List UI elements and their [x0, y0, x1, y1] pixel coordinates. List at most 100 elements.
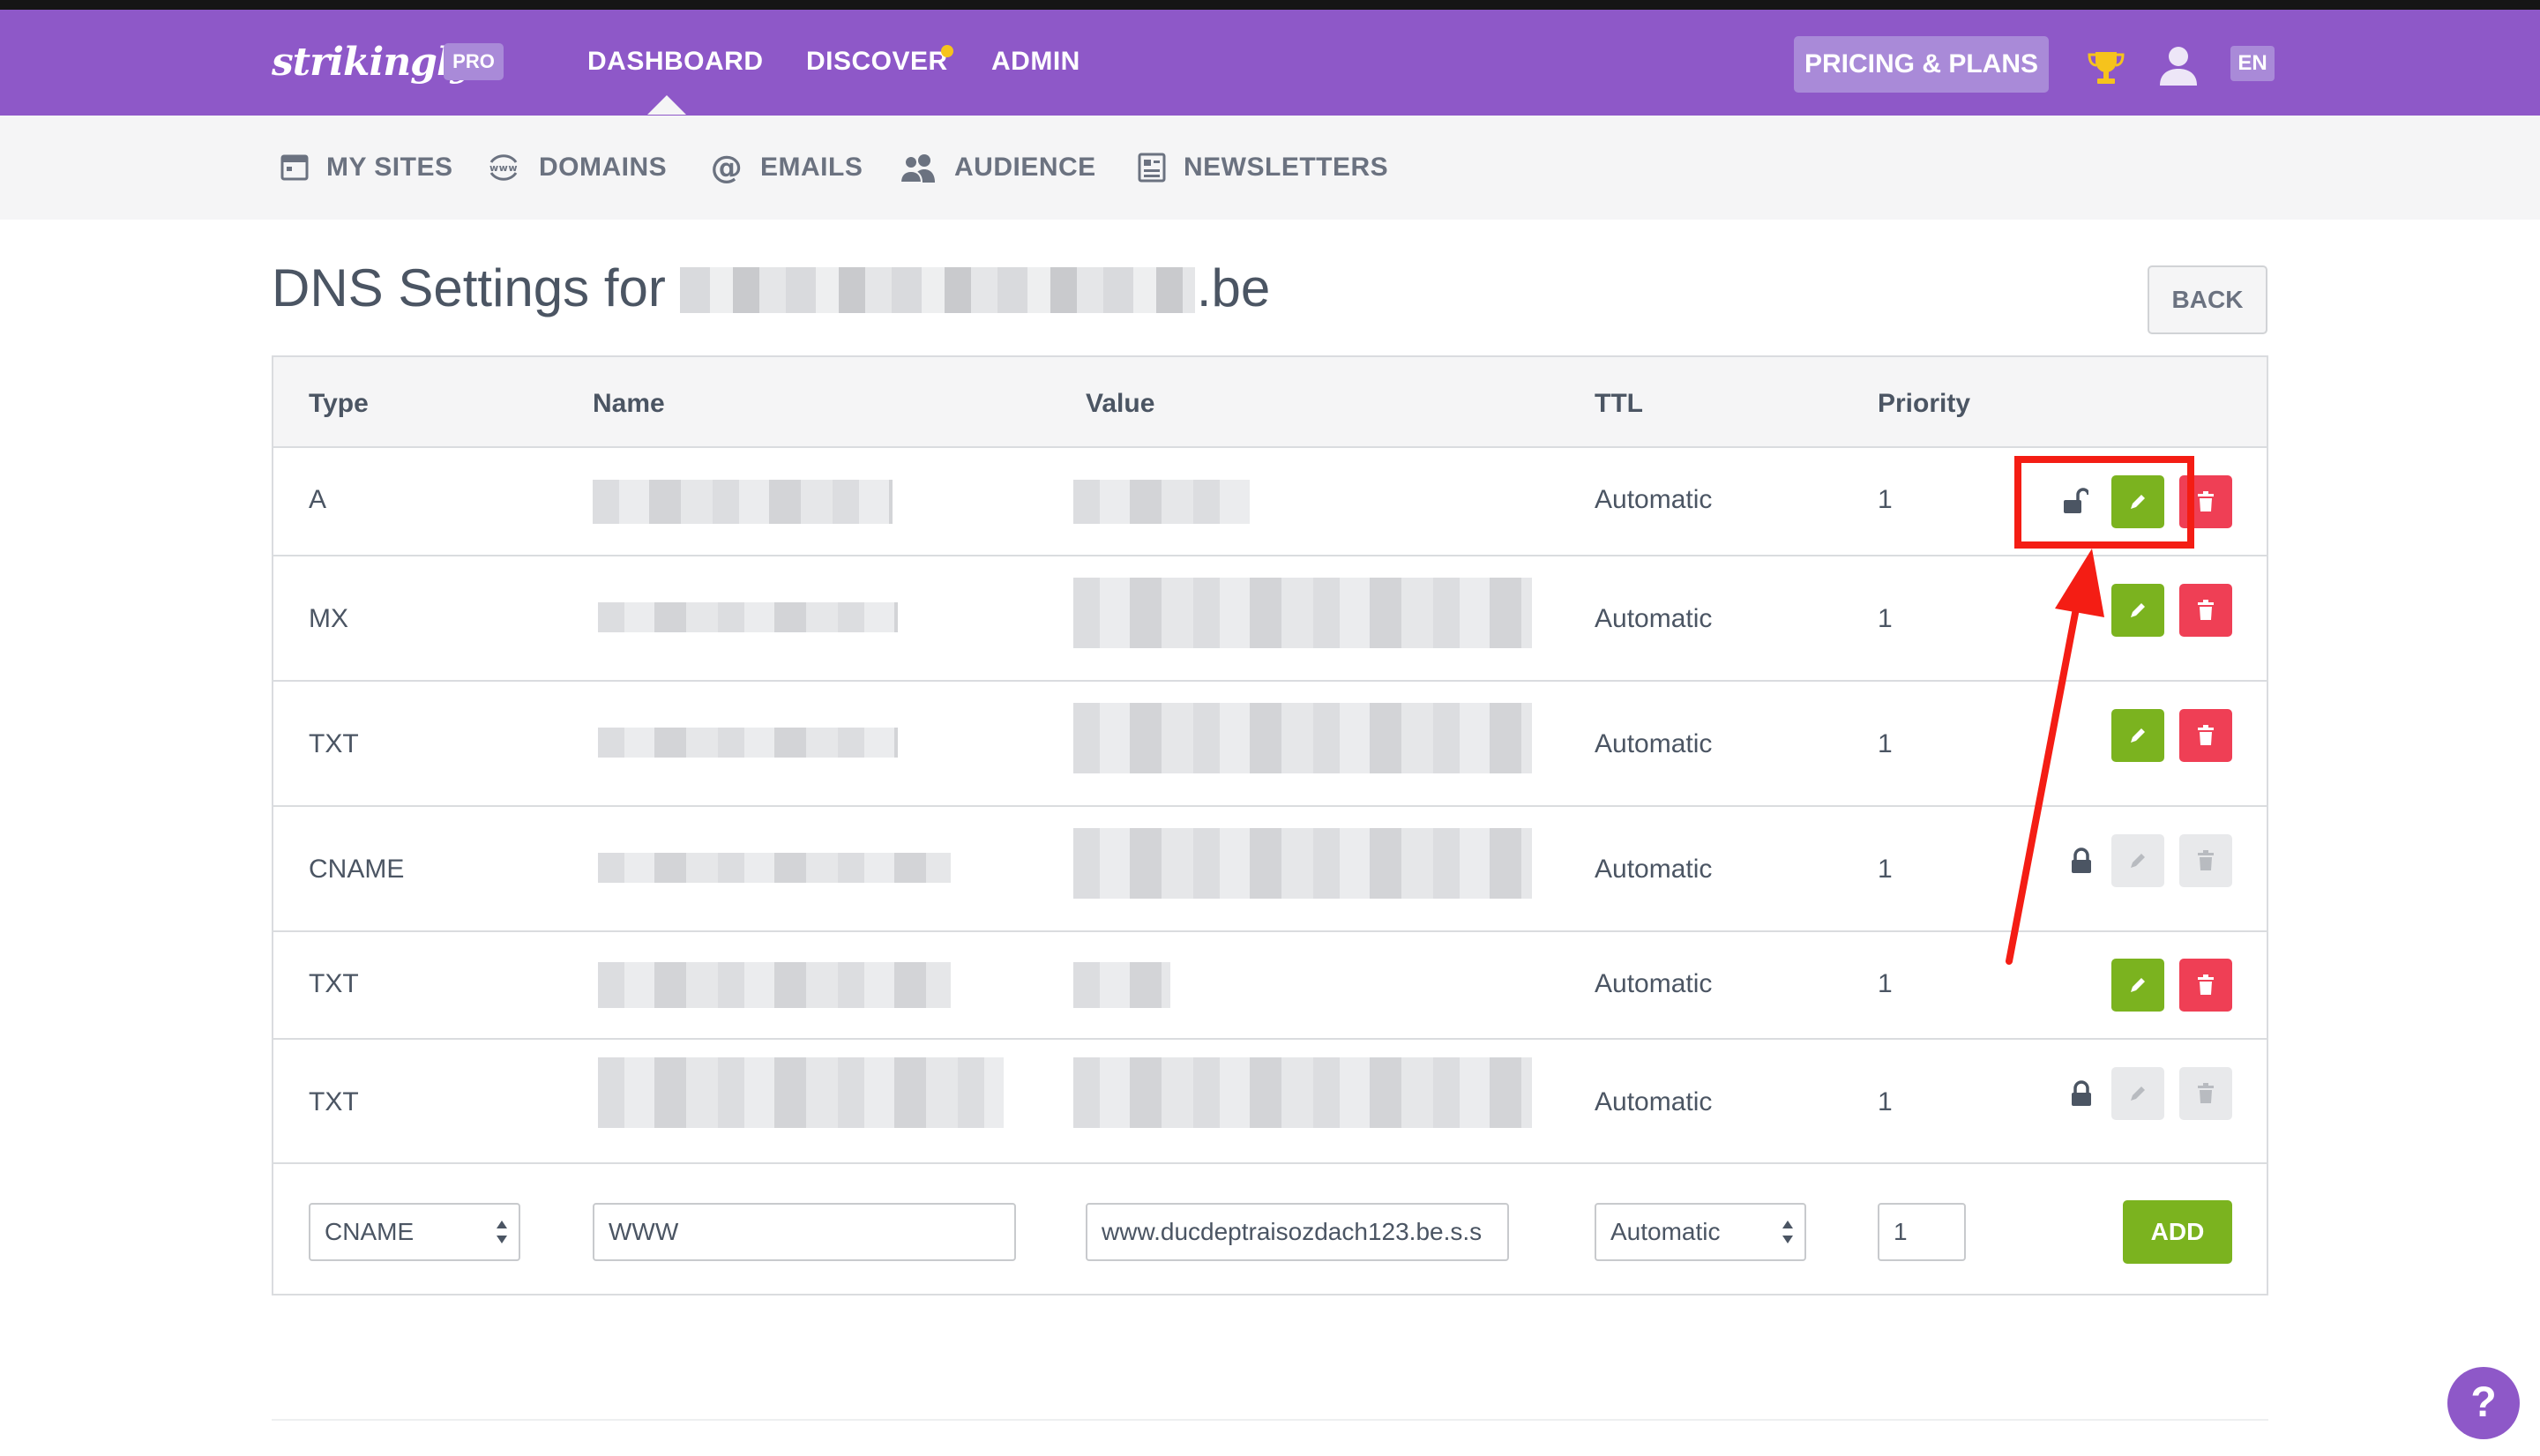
record-priority: 1 [1878, 855, 1893, 884]
trash-icon [2198, 600, 2214, 620]
record-ttl: Automatic [1595, 485, 1713, 514]
pencil-icon [2131, 978, 2145, 992]
subnav-audience[interactable]: AUDIENCE [900, 116, 1096, 220]
record-priority: 1 [1878, 604, 1893, 633]
table-row: CNAME Automatic 1 [273, 807, 2267, 932]
nav-discover[interactable]: DISCOVER [806, 47, 948, 77]
pencil-icon [2131, 728, 2145, 743]
record-type: MX [309, 604, 348, 633]
record-ttl-select[interactable]: Automatic [1595, 1203, 1806, 1261]
page-title-suffix: .be [1196, 258, 1271, 317]
users-icon [900, 154, 935, 183]
record-type: TXT [309, 1087, 359, 1116]
delete-record-button[interactable] [2179, 584, 2232, 637]
record-priority-input[interactable]: 1 [1878, 1203, 1966, 1261]
record-ttl: Automatic [1595, 855, 1713, 884]
edit-record-button-disabled [2111, 1067, 2164, 1120]
trophy-icon[interactable] [2087, 49, 2125, 87]
at-sign-icon: @ [711, 152, 743, 183]
pricing-plans-button[interactable]: PRICING & PLANS [1794, 36, 2049, 93]
trash-icon [2198, 491, 2214, 511]
top-navbar: strikingly PRO DASHBOARD DISCOVER ADMIN … [0, 10, 2540, 116]
record-ttl-select-value: Automatic [1610, 1218, 1721, 1245]
pencil-icon [2131, 854, 2145, 868]
page-title: DNS Settings for .be [272, 258, 1270, 318]
edit-record-button[interactable] [2111, 709, 2164, 762]
user-account-icon[interactable] [2158, 45, 2199, 87]
record-value-input[interactable]: www.ducdeptraisozdach123.be.s.s [1086, 1203, 1509, 1261]
redacted-record-value [1073, 703, 1532, 773]
subnav-my-sites[interactable]: MY SITES [280, 116, 452, 220]
page-title-prefix: DNS Settings for [272, 258, 666, 317]
table-row: MX Automatic 1 [273, 556, 2267, 682]
subnav-domains[interactable]: www DOMAINS [486, 116, 667, 220]
delete-record-button[interactable] [2179, 959, 2232, 1012]
table-row: TXT Automatic 1 [273, 932, 2267, 1040]
footer-divider [272, 1419, 2268, 1421]
redacted-record-value [1073, 480, 1250, 524]
newsletter-icon [1138, 153, 1166, 183]
table-row: TXT Automatic 1 [273, 682, 2267, 807]
active-nav-indicator [647, 95, 686, 115]
subnav-emails[interactable]: @ EMAILS [711, 116, 863, 220]
language-selector[interactable]: EN [2230, 46, 2275, 81]
strikingly-logo[interactable]: strikingly [272, 40, 473, 85]
table-row: TXT Automatic 1 [273, 1040, 2267, 1164]
pencil-icon [2131, 603, 2145, 617]
delete-record-button[interactable] [2179, 709, 2232, 762]
redacted-record-value [1073, 1057, 1532, 1128]
trash-icon [2198, 1083, 2214, 1103]
subnav-label: DOMAINS [539, 153, 668, 182]
redacted-record-value [1073, 828, 1532, 899]
redacted-record-name [598, 728, 898, 758]
redacted-record-name [598, 853, 951, 883]
record-type-select-value: CNAME [325, 1218, 415, 1245]
record-priority: 1 [1878, 1087, 1893, 1116]
top-edge [0, 0, 2540, 10]
record-type: CNAME [309, 855, 405, 884]
subnav-newsletters[interactable]: NEWSLETTERS [1138, 116, 1388, 220]
subnav-label: AUDIENCE [954, 153, 1096, 182]
record-name-input[interactable]: WWW [593, 1203, 1016, 1261]
redacted-record-value [1073, 962, 1170, 1008]
redacted-record-name [598, 1057, 1004, 1128]
redacted-record-name [598, 602, 898, 632]
svg-text:www: www [489, 162, 518, 174]
column-header-priority: Priority [1878, 389, 1971, 418]
help-button[interactable]: ? [2447, 1367, 2520, 1439]
nav-dashboard[interactable]: DASHBOARD [587, 47, 764, 77]
lock-icon [2072, 1080, 2091, 1106]
redacted-domain-name [679, 267, 1195, 313]
add-record-button[interactable]: ADD [2123, 1200, 2232, 1264]
record-ttl: Automatic [1595, 969, 1713, 998]
column-header-type: Type [309, 389, 369, 418]
svg-text:@: @ [711, 152, 743, 183]
edit-record-button[interactable] [2111, 959, 2164, 1012]
trash-icon [2198, 974, 2214, 995]
trash-icon [2198, 725, 2214, 745]
record-type: TXT [309, 729, 359, 758]
dashboard-subnav: MY SITES www DOMAINS @ EMAILS AUDIENCE N… [0, 116, 2540, 220]
nav-admin[interactable]: ADMIN [991, 47, 1080, 77]
record-ttl: Automatic [1595, 1087, 1713, 1116]
redacted-record-name [593, 480, 893, 524]
record-ttl: Automatic [1595, 729, 1713, 758]
annotation-highlight-box [2014, 456, 2194, 549]
subnav-label: EMAILS [760, 153, 863, 182]
record-type-select[interactable]: CNAME [309, 1203, 520, 1261]
edit-record-button[interactable] [2111, 584, 2164, 637]
delete-record-button-disabled [2179, 834, 2232, 887]
www-globe-icon: www [489, 154, 518, 181]
record-priority: 1 [1878, 485, 1893, 514]
discover-notification-dot [941, 45, 953, 57]
select-arrows-icon [1782, 1221, 1793, 1243]
column-header-ttl: TTL [1595, 389, 1643, 418]
select-arrows-icon [497, 1221, 507, 1243]
pro-badge: PRO [444, 43, 504, 80]
column-header-name: Name [593, 389, 665, 418]
subnav-label: MY SITES [326, 153, 453, 182]
trash-icon [2198, 850, 2214, 870]
record-ttl: Automatic [1595, 604, 1713, 633]
back-button[interactable]: BACK [2148, 265, 2267, 334]
edit-record-button-disabled [2111, 834, 2164, 887]
